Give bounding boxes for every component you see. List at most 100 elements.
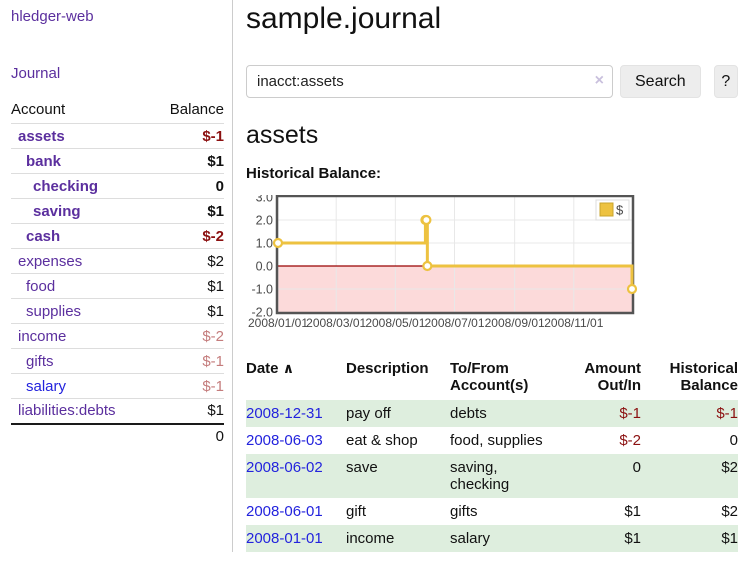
account-balance: $-1: [151, 124, 224, 149]
x-axis-tick-label: 2008/05/01: [365, 316, 425, 330]
search-bar: × Search ?: [246, 65, 738, 98]
account-heading: assets: [246, 121, 738, 150]
account-balance: $1: [151, 199, 224, 224]
transaction-description: save: [346, 454, 450, 498]
register-header-description: Description: [346, 358, 450, 400]
register-row: 2008-06-03eat & shopfood, supplies$-20: [246, 427, 738, 454]
legend-swatch: [600, 203, 613, 216]
accounts-table: Account Balance assets $-1 bank $1 checking 0…: [11, 98, 224, 449]
account-row: liabilities:debts $1: [11, 399, 224, 424]
transaction-date-link[interactable]: 2008-06-02: [246, 459, 323, 476]
sidebar-account-bank[interactable]: bank: [26, 153, 61, 170]
account-balance: $1: [151, 399, 224, 424]
help-button[interactable]: ?: [714, 65, 738, 98]
search-input[interactable]: [246, 65, 613, 98]
transaction-balance: $2: [641, 454, 738, 498]
sidebar: hledger-web Journal Account Balance asse…: [0, 0, 233, 552]
y-axis-tick-label: 2.0: [256, 214, 273, 228]
account-row: salary $-1: [11, 374, 224, 399]
account-balance: $-1: [151, 349, 224, 374]
transaction-date-link[interactable]: 2008-06-03: [246, 432, 323, 449]
sidebar-account-supplies[interactable]: supplies: [26, 303, 81, 320]
data-point-marker: [422, 216, 430, 224]
register-table: Date ∧ Description To/From Account(s) Am…: [246, 358, 738, 552]
account-row: gifts $-1: [11, 349, 224, 374]
transaction-accounts: gifts: [450, 498, 562, 525]
transaction-amount: $1: [562, 525, 641, 552]
transaction-balance: $2: [641, 498, 738, 525]
transaction-balance: 0: [641, 427, 738, 454]
transaction-balance: $-1: [641, 400, 738, 427]
data-point-marker: [423, 262, 431, 270]
app-title-link[interactable]: hledger-web: [11, 8, 224, 25]
transaction-description: income: [346, 525, 450, 552]
account-row: expenses $2: [11, 249, 224, 274]
legend-label: $: [616, 203, 624, 218]
account-balance: $-2: [151, 224, 224, 249]
data-point-marker: [274, 239, 282, 247]
transaction-description: pay off: [346, 400, 450, 427]
account-row: bank $1: [11, 149, 224, 174]
y-axis-tick-label: 1.0: [256, 237, 273, 251]
main-content: sample.journal × Search ? assets Histori…: [233, 0, 742, 552]
register-header-date[interactable]: Date ∧: [246, 358, 346, 400]
register-row: 2008-06-02savesaving, checking0$2: [246, 454, 738, 498]
account-balance: $-1: [151, 374, 224, 399]
account-balance: $1: [151, 299, 224, 324]
sidebar-account-expenses[interactable]: expenses: [18, 253, 82, 270]
x-axis-tick-label: 2008/01/01: [248, 316, 308, 330]
account-row: food $1: [11, 274, 224, 299]
account-row: saving $1: [11, 199, 224, 224]
transaction-balance: $1: [641, 525, 738, 552]
account-balance: $1: [151, 274, 224, 299]
transaction-amount: $1: [562, 498, 641, 525]
y-axis-tick-label: -1.0: [251, 283, 273, 297]
sidebar-account-assets[interactable]: assets: [18, 128, 65, 145]
app-window: hledger-web Journal Account Balance asse…: [0, 0, 742, 552]
accounts-header-account: Account: [11, 98, 151, 124]
register-header-accounts: To/From Account(s): [450, 358, 562, 400]
accounts-header-row: Account Balance: [11, 98, 224, 124]
x-axis-tick-label: 2008/03/01: [306, 316, 366, 330]
x-axis-tick-label: 2008/07/01: [424, 316, 484, 330]
account-row: cash $-2: [11, 224, 224, 249]
account-balance: $1: [151, 149, 224, 174]
data-point-marker: [628, 285, 636, 293]
sidebar-account-saving[interactable]: saving: [33, 203, 81, 220]
account-balance: $-2: [151, 324, 224, 349]
register-row: 2008-01-01incomesalary$1$1: [246, 525, 738, 552]
account-row: checking 0: [11, 174, 224, 199]
account-balance: 0: [151, 174, 224, 199]
sidebar-account-income[interactable]: income: [18, 328, 66, 345]
sidebar-account-salary[interactable]: salary: [26, 378, 66, 395]
sidebar-account-food[interactable]: food: [26, 278, 55, 295]
accounts-header-balance: Balance: [151, 98, 224, 124]
page-title: sample.journal: [246, 2, 738, 36]
y-axis-tick-label: 3.0: [256, 195, 273, 205]
transaction-date-link[interactable]: 2008-12-31: [246, 405, 323, 422]
chart-section-label: Historical Balance:: [246, 165, 738, 182]
sort-ascending-icon: ∧: [283, 360, 294, 376]
transaction-amount: $-2: [562, 427, 641, 454]
sidebar-account-cash[interactable]: cash: [26, 228, 60, 245]
transaction-accounts: saving, checking: [450, 454, 562, 498]
clear-search-icon[interactable]: ×: [595, 72, 604, 90]
transaction-date-link[interactable]: 2008-01-01: [246, 530, 323, 547]
y-axis-tick-label: 0.0: [256, 260, 273, 274]
search-button[interactable]: Search: [620, 65, 701, 98]
transaction-accounts: food, supplies: [450, 427, 562, 454]
account-row: income $-2: [11, 324, 224, 349]
sidebar-account-gifts[interactable]: gifts: [26, 353, 54, 370]
sidebar-account-checking[interactable]: checking: [33, 178, 98, 195]
accounts-total-value: 0: [151, 424, 224, 449]
sidebar-account-liabilities-debts[interactable]: liabilities:debts: [18, 402, 116, 419]
transaction-accounts: salary: [450, 525, 562, 552]
transaction-date-link[interactable]: 2008-06-01: [246, 503, 323, 520]
sidebar-item-journal[interactable]: Journal: [11, 65, 224, 82]
register-header-amount: Amount Out/In: [562, 358, 641, 400]
search-input-wrapper: ×: [246, 65, 613, 98]
x-axis-tick-label: 2008/09/01: [485, 316, 545, 330]
accounts-total-spacer: [11, 424, 151, 449]
account-balance: $2: [151, 249, 224, 274]
x-axis-tick-label: 2008/11/01: [544, 316, 603, 330]
